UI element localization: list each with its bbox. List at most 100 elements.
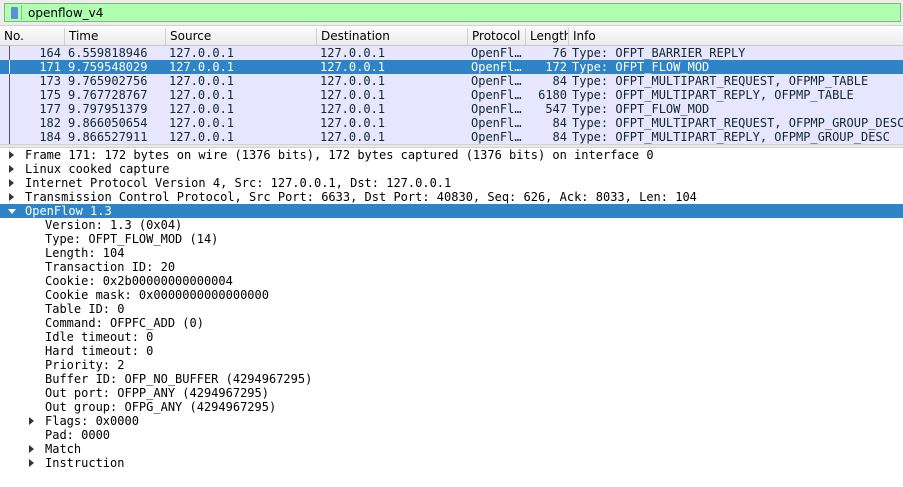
- packet-cell-proto: OpenFl…: [471, 130, 522, 144]
- detail-tree-item[interactable]: Hard timeout: 0: [0, 344, 903, 358]
- detail-tree-item[interactable]: Command: OFPFC_ADD (0): [0, 316, 903, 330]
- detail-tree-label: Pad: 0000: [45, 428, 111, 442]
- display-filter-text: openflow_v4: [28, 5, 104, 20]
- detail-tree-label: Instruction: [45, 456, 125, 470]
- column-header-protocol[interactable]: Protocol: [468, 28, 526, 45]
- packet-cell-src: 127.0.0.1: [169, 46, 235, 60]
- detail-tree-label: Length: 104: [45, 246, 125, 260]
- packet-row[interactable]: 177 9.797951379 127.0.0.1 127.0.0.1 OpenFl… 5…: [0, 102, 903, 116]
- detail-tree-item[interactable]: Cookie mask: 0x0000000000000000: [0, 288, 903, 302]
- packet-cell-time: 9.866527911: [68, 130, 148, 144]
- packet-cell-no: 173: [39, 74, 61, 88]
- detail-tree-label: Out group: OFPG_ANY (4294967295): [45, 400, 277, 414]
- detail-tree-label: Version: 1.3 (0x04): [45, 218, 183, 232]
- detail-tree-item[interactable]: Buffer ID: OFP_NO_BUFFER (4294967295): [0, 372, 903, 386]
- triangle-right-icon[interactable]: [9, 179, 14, 187]
- packet-cell-no: 175: [39, 88, 61, 102]
- column-header-destination[interactable]: Destination: [317, 28, 468, 45]
- packet-cell-info: Type: OFPT_FLOW_MOD: [572, 102, 710, 116]
- packet-cell-no: 171: [39, 60, 61, 74]
- detail-tree-item[interactable]: Linux cooked capture: [0, 162, 903, 176]
- packet-cell-dst: 127.0.0.1: [320, 74, 386, 88]
- detail-tree-item[interactable]: Out group: OFPG_ANY (4294967295): [0, 400, 903, 414]
- packet-cell-no: 164: [39, 46, 61, 60]
- packet-row[interactable]: 173 9.765902756 127.0.0.1 127.0.0.1 OpenFl… 8…: [0, 74, 903, 88]
- detail-tree-item[interactable]: Length: 104: [0, 246, 903, 260]
- detail-tree-item[interactable]: Version: 1.3 (0x04): [0, 218, 903, 232]
- packet-cell-proto: OpenFl…: [471, 102, 522, 116]
- packet-cell-proto: OpenFl…: [471, 116, 522, 130]
- column-header-info[interactable]: Info: [569, 28, 903, 45]
- packet-cell-no: 177: [39, 102, 61, 116]
- detail-tree-label: Priority: 2: [45, 358, 125, 372]
- detail-tree-item[interactable]: OpenFlow 1.3: [0, 204, 903, 218]
- packet-row[interactable]: 175 9.767728767 127.0.0.1 127.0.0.1 OpenFl… 6…: [0, 88, 903, 102]
- packet-row[interactable]: 184 9.866527911 127.0.0.1 127.0.0.1 OpenFl… 8…: [0, 130, 903, 144]
- triangle-right-icon[interactable]: [9, 193, 14, 201]
- triangle-right-icon[interactable]: [9, 165, 14, 173]
- detail-tree-label: Hard timeout: 0: [45, 344, 154, 358]
- packet-cell-info: Type: OFPT_BARRIER_REPLY: [572, 46, 746, 60]
- packet-cell-info: Type: OFPT_MULTIPART_REPLY, OFPMP_TABLE: [572, 88, 854, 102]
- packet-cell-proto: OpenFl…: [471, 60, 522, 74]
- detail-tree-item[interactable]: Type: OFPT_FLOW_MOD (14): [0, 232, 903, 246]
- column-header-time[interactable]: Time: [65, 28, 166, 45]
- detail-tree-item[interactable]: Out port: OFPP_ANY (4294967295): [0, 386, 903, 400]
- detail-tree-label: Table ID: 0: [45, 302, 125, 316]
- packet-cell-dst: 127.0.0.1: [320, 116, 386, 130]
- packet-cell-proto: OpenFl…: [471, 74, 522, 88]
- detail-tree-label: Transmission Control Protocol, Src Port:…: [25, 190, 697, 204]
- detail-tree-item[interactable]: Table ID: 0: [0, 302, 903, 316]
- packet-row[interactable]: 164 6.559818946 127.0.0.1 127.0.0.1 OpenFl… 7…: [0, 46, 903, 60]
- detail-tree-item[interactable]: Flags: 0x0000: [0, 414, 903, 428]
- packet-cell-time: 9.759548029: [68, 60, 148, 74]
- packet-cell-len: 84: [552, 116, 567, 130]
- packet-cell-src: 127.0.0.1: [169, 116, 235, 130]
- detail-tree-item[interactable]: Frame 171: 172 bytes on wire (1376 bits)…: [0, 148, 903, 162]
- detail-tree-label: Type: OFPT_FLOW_MOD (14): [45, 232, 219, 246]
- detail-tree-label: Flags: 0x0000: [45, 414, 139, 428]
- packet-details-pane[interactable]: Frame 171: 172 bytes on wire (1376 bits)…: [0, 148, 903, 487]
- detail-tree-item[interactable]: Transaction ID: 20: [0, 260, 903, 274]
- packet-cell-proto: OpenFl…: [471, 46, 522, 60]
- detail-tree-item[interactable]: Cookie: 0x2b00000000000004: [0, 274, 903, 288]
- packet-cell-src: 127.0.0.1: [169, 102, 235, 116]
- column-header-no[interactable]: No.: [0, 28, 65, 45]
- packet-list-header: No. Time Source Destination Protocol Len…: [0, 28, 903, 46]
- detail-tree-label: Out port: OFPP_ANY (4294967295): [45, 386, 269, 400]
- packet-cell-dst: 127.0.0.1: [320, 46, 386, 60]
- triangle-right-icon[interactable]: [29, 445, 34, 453]
- triangle-right-icon[interactable]: [9, 151, 14, 159]
- detail-tree-item[interactable]: Pad: 0000: [0, 428, 903, 442]
- detail-tree-item[interactable]: Match: [0, 442, 903, 456]
- triangle-right-icon[interactable]: [29, 417, 34, 425]
- filter-bookmark-button[interactable]: [7, 5, 22, 20]
- detail-tree-label: Frame 171: 172 bytes on wire (1376 bits)…: [25, 148, 654, 162]
- packet-cell-info: Type: OFPT_MULTIPART_REQUEST, OFPMP_TABL…: [572, 74, 869, 88]
- packet-cell-info: Type: OFPT_FLOW_MOD: [572, 60, 710, 74]
- triangle-right-icon[interactable]: [29, 459, 34, 467]
- detail-tree-label: Cookie mask: 0x0000000000000000: [45, 288, 269, 302]
- detail-tree-item[interactable]: Transmission Control Protocol, Src Port:…: [0, 190, 903, 204]
- packet-row[interactable]: 171 9.759548029 127.0.0.1 127.0.0.1 OpenFl… 1…: [0, 60, 903, 74]
- bookmark-icon: [10, 6, 18, 19]
- column-header-source[interactable]: Source: [166, 28, 317, 45]
- packet-row[interactable]: 182 9.866050654 127.0.0.1 127.0.0.1 OpenFl… 8…: [0, 116, 903, 130]
- detail-tree-item[interactable]: Idle timeout: 0: [0, 330, 903, 344]
- packet-list-pane[interactable]: No. Time Source Destination Protocol Len…: [0, 28, 903, 144]
- packet-cell-proto: OpenFl…: [471, 88, 522, 102]
- triangle-down-icon[interactable]: [8, 209, 16, 214]
- column-header-length[interactable]: Length: [526, 28, 569, 45]
- display-filter-input[interactable]: openflow_v4: [4, 3, 901, 22]
- packet-cell-src: 127.0.0.1: [169, 130, 235, 144]
- detail-tree-label: Match: [45, 442, 82, 456]
- packet-cell-info: Type: OFPT_MULTIPART_REPLY, OFPMP_GROUP_…: [572, 130, 890, 144]
- detail-tree-item[interactable]: Instruction: [0, 456, 903, 470]
- packet-cell-info: Type: OFPT_MULTIPART_REQUEST, OFPMP_GROU…: [572, 116, 903, 130]
- packet-cell-dst: 127.0.0.1: [320, 60, 386, 74]
- detail-tree-item[interactable]: Priority: 2: [0, 358, 903, 372]
- detail-tree-item[interactable]: Internet Protocol Version 4, Src: 127.0.…: [0, 176, 903, 190]
- packet-cell-no: 184: [39, 130, 61, 144]
- detail-tree-label: Internet Protocol Version 4, Src: 127.0.…: [25, 176, 452, 190]
- detail-tree-label: Cookie: 0x2b00000000000004: [45, 274, 233, 288]
